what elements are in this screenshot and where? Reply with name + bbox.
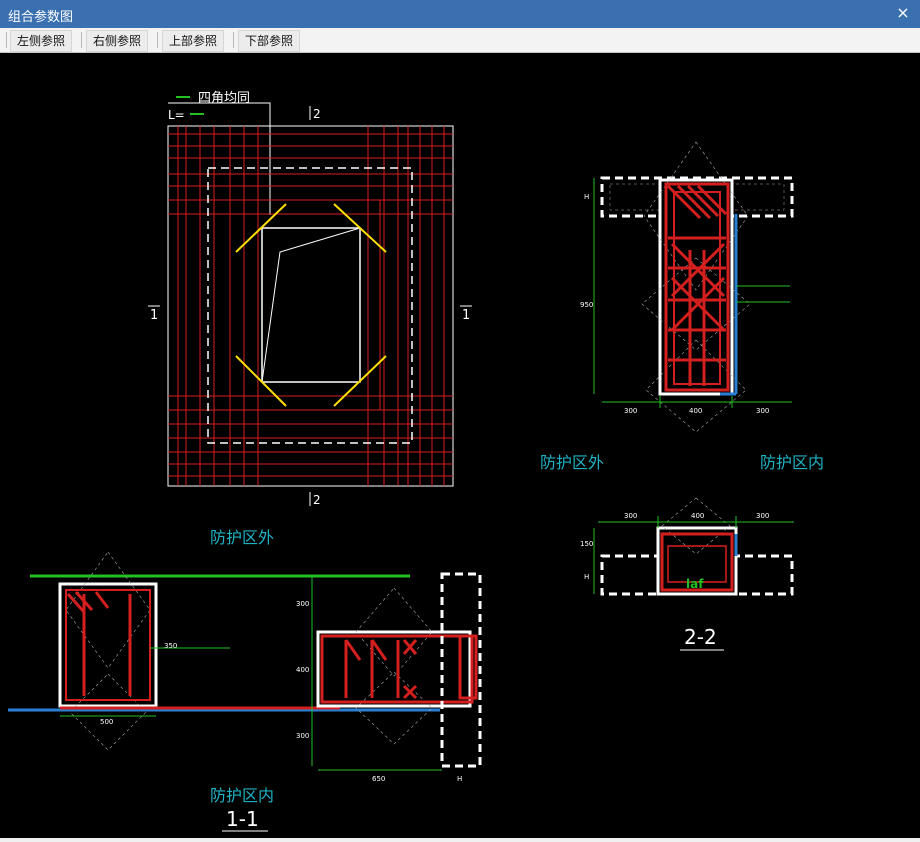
- section22-dim-950: 950: [580, 301, 593, 309]
- section22b-title: 2-2: [684, 625, 717, 649]
- section22-dim-left: 300: [624, 407, 637, 415]
- section22-dim-right: 300: [756, 407, 769, 415]
- toolbar-separator: [81, 32, 82, 48]
- toolbar-separator: [6, 32, 7, 48]
- section11-dim-350: 350: [164, 642, 177, 650]
- section22b-laf: laf: [686, 577, 704, 591]
- section22b-dim-h: H: [584, 573, 589, 581]
- section11-right-beam: [316, 630, 472, 708]
- section-mark-right: 1: [462, 308, 470, 323]
- section11-dim-300-top: 300: [296, 600, 309, 608]
- section11-dim-650: 650: [372, 775, 385, 783]
- section11-dim-500: 500: [100, 718, 113, 726]
- section-mark-bottom: 2: [313, 493, 321, 507]
- right-reference-button[interactable]: 右侧参照: [86, 30, 149, 52]
- section11-title: 1-1: [226, 807, 259, 831]
- section-mark-left: 1: [150, 308, 158, 323]
- bottom-reference-button[interactable]: 下部参照: [238, 30, 301, 52]
- toolbar: 左侧参照 右侧参照 上部参照 下部参照: [0, 28, 920, 53]
- window: 组合参数图 × 左侧参照 右侧参照 上部参照 下部参照 四角均同 L= 2 2 …: [0, 0, 920, 838]
- drawing-svg: 四角均同 L= 2 2 1 1 H 950 300 400 300 防护区外 防…: [8, 91, 824, 832]
- section22b-dim-150: 150: [580, 540, 593, 548]
- window-title: 组合参数图: [8, 10, 74, 25]
- left-reference-button[interactable]: 左侧参照: [10, 30, 73, 52]
- section11-dim-300-bottom: 300: [296, 732, 309, 740]
- section22-dim-mid: 400: [689, 407, 702, 415]
- close-icon[interactable]: ×: [894, 4, 912, 22]
- section22b-dim-left: 300: [624, 512, 637, 520]
- section11-dim-400: 400: [296, 666, 309, 674]
- section11-label-outside: 防护区外: [210, 528, 274, 547]
- toolbar-separator: [157, 32, 158, 48]
- section-1-1: 防护区外 500 350 300 400 300 650 H 防护区内 1-1: [8, 528, 482, 832]
- legend-prefix: L=: [168, 108, 185, 122]
- section22-dim-h: H: [584, 193, 589, 201]
- top-reference-button[interactable]: 上部参照: [162, 30, 225, 52]
- section22b-dim-right: 300: [756, 512, 769, 520]
- toolbar-separator: [233, 32, 234, 48]
- legend-text: 四角均同: [198, 91, 250, 106]
- section11-label-inside: 防护区内: [210, 786, 274, 805]
- title-bar: 组合参数图 ×: [0, 0, 920, 28]
- section22b-dim-mid: 400: [691, 512, 704, 520]
- drawing-canvas[interactable]: 四角均同 L= 2 2 1 1 H 950 300 400 300 防护区外 防…: [0, 53, 920, 838]
- section-mark-top: 2: [313, 107, 321, 121]
- section-2-2-bottom: 300 400 300 150 H laf 2-2: [580, 497, 794, 651]
- section-2-2-top: H 950 300 400 300 防护区外 防护区内: [540, 141, 824, 472]
- section22-label-outside: 防护区外: [540, 453, 604, 472]
- plan-opening: [261, 227, 361, 383]
- section22-label-inside: 防护区内: [760, 453, 824, 472]
- section11-dim-h: H: [457, 775, 462, 783]
- plan-view: 四角均同 L= 2 2 1 1: [148, 91, 472, 507]
